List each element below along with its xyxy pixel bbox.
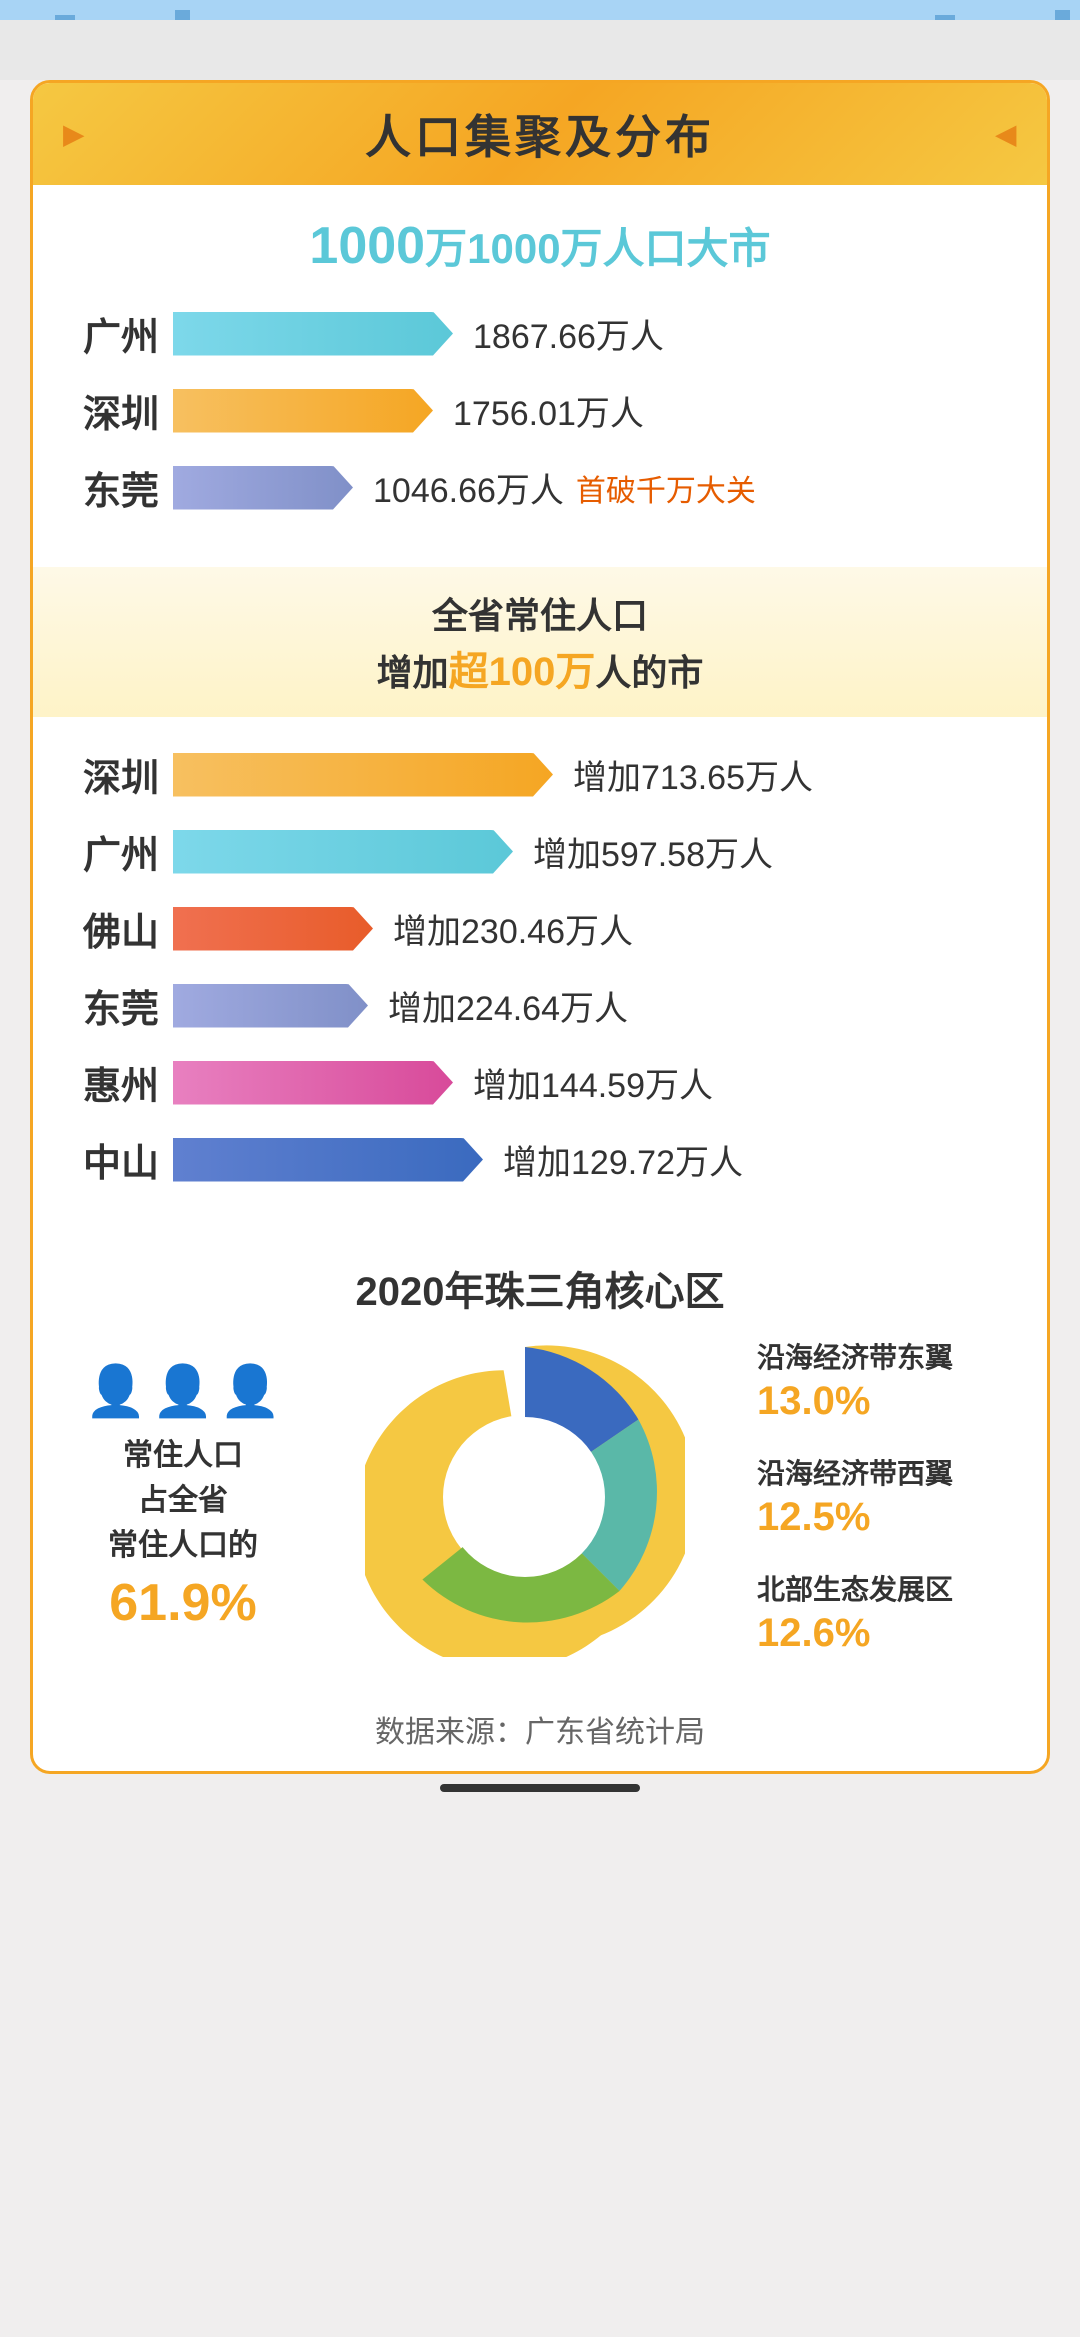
- legend-north: 北部生态发展区 12.6%: [757, 1570, 1007, 1656]
- city-value-dongguan: 1046.66万人: [373, 463, 564, 512]
- growth-bar-dongguan2: [173, 984, 368, 1028]
- divider-title: 全省常住人口: [73, 587, 1007, 639]
- donut-percent: 61.9%: [109, 1573, 256, 1633]
- city-row-shenzhen: 深圳 1756.01万人: [83, 383, 997, 438]
- city-name-shenzhen: 深圳: [83, 383, 173, 438]
- donut-chart: [365, 1337, 685, 1657]
- person-icon-1: 👤: [85, 1362, 147, 1421]
- growth-name-foshan: 佛山: [83, 901, 173, 956]
- donut-center-label: 常住人口 占全省 常住人口的: [108, 1433, 258, 1568]
- donut-right: 沿海经济带东翼 13.0% 沿海经济带西翼 12.5% 北部生态发展区 12.6…: [757, 1338, 1007, 1657]
- growth-name-huizhou: 惠州: [83, 1055, 173, 1110]
- city-name-guangzhou: 广州: [83, 306, 173, 361]
- title-bar: 人口集聚及分布: [33, 83, 1047, 185]
- city-name-dongguan: 东莞: [83, 460, 173, 515]
- divider-subtitle: 增加超100万人的市: [73, 639, 1007, 697]
- legend-label-north: 北部生态发展区: [757, 1570, 1007, 1609]
- growth-row-zhongshan: 中山 增加129.72万人: [83, 1132, 997, 1187]
- growth-value-huizhou: 增加144.59万人: [473, 1058, 713, 1107]
- growth-bar-huizhou: [173, 1061, 453, 1105]
- growth-value-foshan: 增加230.46万人: [393, 904, 633, 953]
- growth-bar-guangzhou: [173, 830, 513, 874]
- growth-name-guangzhou: 广州: [83, 824, 173, 879]
- legend-value-west: 12.5%: [757, 1495, 1007, 1540]
- bar-dongguan: [173, 466, 353, 510]
- legend-label-east: 沿海经济带东翼: [757, 1338, 1007, 1377]
- legend-value-north: 12.6%: [757, 1611, 1007, 1656]
- section-title-large: 1000: [309, 217, 425, 275]
- main-card: 人口集聚及分布 1000万1000万人口大市 广州 1867.66万人 深圳 1…: [30, 80, 1050, 1774]
- donut-title: 2020年珠三角核心区: [73, 1259, 1007, 1317]
- people-icons: 👤 👤 👤: [85, 1362, 282, 1421]
- top-decoration: [0, 0, 1080, 80]
- city-note-dongguan: 首破千万大关: [576, 466, 756, 510]
- donut-svg-container: [365, 1337, 685, 1657]
- section-growth: 深圳 增加713.65万人 广州 增加597.58万人 佛山 增加230.46万…: [33, 727, 1047, 1239]
- bar-shenzhen: [173, 389, 433, 433]
- growth-row-dongguan2: 东莞 增加224.64万人: [83, 978, 997, 1033]
- growth-value-shenzhen: 增加713.65万人: [573, 750, 813, 799]
- growth-name-shenzhen: 深圳: [83, 747, 173, 802]
- legend-west: 沿海经济带西翼 12.5%: [757, 1454, 1007, 1540]
- legend-label-west: 沿海经济带西翼: [757, 1454, 1007, 1493]
- growth-row-huizhou: 惠州 增加144.59万人: [83, 1055, 997, 1110]
- section-divider: 全省常住人口 增加超100万人的市: [33, 567, 1047, 717]
- growth-bar-foshan: [173, 907, 373, 951]
- city-value-shenzhen: 1756.01万人: [453, 386, 644, 435]
- scroll-indicator: [440, 1784, 640, 1792]
- growth-name-dongguan2: 东莞: [83, 978, 173, 1033]
- bar-guangzhou: [173, 312, 453, 356]
- page-title: 人口集聚及分布: [365, 111, 715, 163]
- city-row-guangzhou: 广州 1867.66万人: [83, 306, 997, 361]
- page-wrapper: 人口集聚及分布 1000万1000万人口大市 广州 1867.66万人 深圳 1…: [0, 0, 1080, 2337]
- legend-value-east: 13.0%: [757, 1379, 1007, 1424]
- person-icon-2: 👤: [152, 1362, 214, 1421]
- donut-content: 👤 👤 👤 常住人口 占全省 常住人口的 61.9%: [73, 1337, 1007, 1657]
- person-icon-3: 👤: [219, 1362, 281, 1421]
- growth-value-guangzhou: 增加597.58万人: [533, 827, 773, 876]
- legend-east: 沿海经济带东翼 13.0%: [757, 1338, 1007, 1424]
- city-row-dongguan: 东莞 1046.66万人 首破千万大关: [83, 460, 997, 515]
- growth-name-zhongshan: 中山: [83, 1132, 173, 1187]
- growth-row-guangzhou: 广州 增加597.58万人: [83, 824, 997, 879]
- growth-row-shenzhen: 深圳 增加713.65万人: [83, 747, 997, 802]
- donut-left: 👤 👤 👤 常住人口 占全省 常住人口的 61.9%: [73, 1362, 293, 1633]
- section-donut: 2020年珠三角核心区 👤 👤 👤 常住人口 占全省 常住人口的 61.9%: [33, 1239, 1047, 1687]
- data-source: 数据来源：广东省统计局: [33, 1687, 1047, 1771]
- growth-bar-zhongshan: [173, 1138, 483, 1182]
- growth-row-foshan: 佛山 增加230.46万人: [83, 901, 997, 956]
- growth-value-dongguan2: 增加224.64万人: [388, 981, 628, 1030]
- section-1000-wan: 1000万1000万人口大市 广州 1867.66万人 深圳 1756.01万人…: [33, 185, 1047, 557]
- growth-bar-shenzhen: [173, 753, 553, 797]
- city-value-guangzhou: 1867.66万人: [473, 309, 664, 358]
- growth-value-zhongshan: 增加129.72万人: [503, 1135, 743, 1184]
